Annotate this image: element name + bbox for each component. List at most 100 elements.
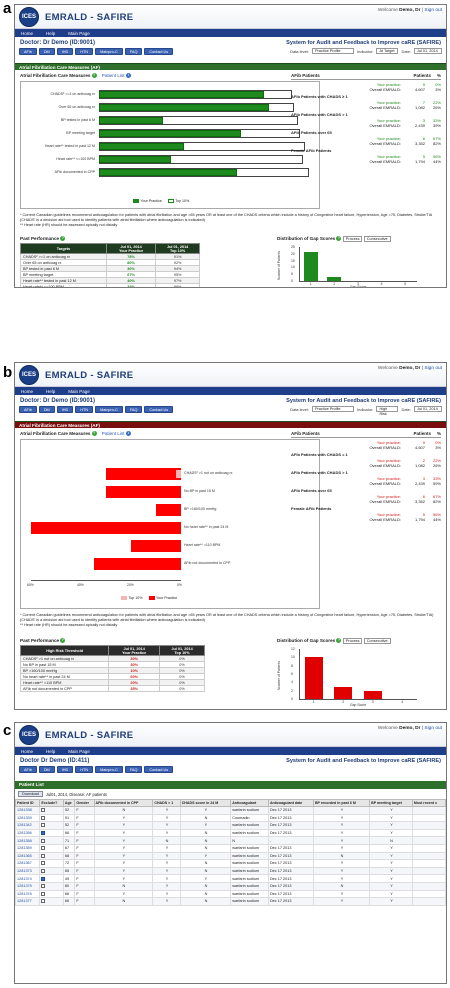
column-header[interactable]: Age <box>62 799 76 807</box>
nav-help[interactable]: Help <box>46 31 55 36</box>
process-select[interactable]: Process <box>342 236 363 242</box>
sign-out-link[interactable]: Sign out <box>424 726 442 731</box>
tab-contact[interactable]: Contact Us <box>144 406 174 413</box>
help-icon[interactable]: ? <box>336 236 342 242</box>
date-select[interactable]: Jul 01, 2014 <box>414 48 442 54</box>
patient-list-link[interactable]: Patient List <box>102 431 125 436</box>
patient-id[interactable]: 1281367 <box>15 859 41 868</box>
overall-all: 4,607 <box>414 445 425 450</box>
nav-home[interactable]: Home <box>21 31 33 36</box>
patient-id[interactable]: 1281377 <box>15 897 41 906</box>
tab-faq[interactable]: FAQ <box>124 406 143 413</box>
nav-main-page[interactable]: Main Page <box>68 31 90 36</box>
help-icon[interactable]: ? <box>60 236 66 242</box>
consecutive-select[interactable]: Consecutive <box>363 236 391 242</box>
patient-id[interactable]: 1281338 <box>15 806 41 815</box>
help-icon[interactable]: ? <box>91 431 97 437</box>
nav-main-page[interactable]: Main Page <box>68 389 90 394</box>
exclude-checkbox[interactable] <box>41 831 46 836</box>
exclude-checkbox[interactable] <box>41 853 46 858</box>
info-icon[interactable]: i <box>125 73 131 79</box>
tab-htn[interactable]: HTN <box>75 766 94 773</box>
date-select[interactable]: Jul 01, 2014 <box>414 406 442 412</box>
patient-id[interactable]: 1281342 <box>15 821 41 830</box>
cell: Dec 17 2013 <box>267 859 314 868</box>
exclude-checkbox[interactable] <box>41 884 46 889</box>
sign-out-link[interactable]: Sign out <box>424 8 442 13</box>
tab-ihd[interactable]: IHD <box>56 766 74 773</box>
exclude-checkbox[interactable] <box>41 815 46 820</box>
tab-dm[interactable]: DM <box>38 766 55 773</box>
tab-dm[interactable]: DM <box>38 406 55 413</box>
tab-htn[interactable]: HTN <box>75 48 94 55</box>
exclude-checkbox[interactable] <box>41 808 46 813</box>
column-header[interactable]: BP meeting target <box>369 799 413 807</box>
exclude-checkbox[interactable] <box>41 876 46 881</box>
cell: Y <box>93 821 154 830</box>
patient-id[interactable]: 1281373 <box>15 866 41 876</box>
patient-id[interactable]: 1281358 <box>15 836 41 845</box>
exclude-checkbox[interactable] <box>41 869 46 874</box>
indicator-select[interactable]: High Risk <box>376 406 399 416</box>
column-header[interactable]: AFib documented in CPP <box>93 799 154 807</box>
tab-ihd[interactable]: IHD <box>56 406 74 413</box>
tab-mainpro[interactable]: Mainpro-C <box>95 48 123 55</box>
column-header[interactable]: Most recent c <box>411 799 446 807</box>
patient-id[interactable]: 1281365 <box>15 851 41 861</box>
exclude-checkbox[interactable] <box>41 891 46 896</box>
tab-dm[interactable]: DM <box>38 48 55 55</box>
tab-afib[interactable]: AFib <box>19 406 37 413</box>
data-level-select[interactable]: Practice Profile <box>311 48 354 54</box>
patient-id[interactable]: 1281376 <box>15 889 41 899</box>
column-header[interactable]: Exclude? <box>39 799 64 807</box>
column-header[interactable]: Patient ID <box>15 799 41 807</box>
exclude-checkbox[interactable] <box>41 823 46 828</box>
info-icon[interactable]: i <box>125 431 131 437</box>
tab-afib[interactable]: AFib <box>19 48 37 55</box>
tab-contact[interactable]: Contact Us <box>144 766 174 773</box>
column-header[interactable]: Anticoagulant <box>230 799 269 807</box>
help-icon[interactable]: ? <box>336 638 342 644</box>
category-label: CHADS² >=1 on anticoag rx <box>50 92 95 96</box>
tab-faq[interactable]: FAQ <box>124 48 143 55</box>
exclude-checkbox[interactable] <box>41 838 46 843</box>
cell <box>39 859 64 868</box>
subheader: Doctor: Dr Demo (ID:9001) System for Aud… <box>15 37 446 63</box>
column-header[interactable]: Gender <box>74 799 95 807</box>
sign-out-link[interactable]: Sign out <box>424 366 442 371</box>
nav-home[interactable]: Home <box>21 749 33 754</box>
data-level-select[interactable]: Practice Profile <box>311 406 354 412</box>
exclude-checkbox[interactable] <box>41 861 46 866</box>
patient-id[interactable]: 1281339 <box>15 813 41 823</box>
tab-afib[interactable]: AFib <box>19 766 37 773</box>
help-icon[interactable]: ? <box>60 638 66 644</box>
download-button[interactable]: Download <box>18 791 43 797</box>
tab-ihd[interactable]: IHD <box>56 48 74 55</box>
patient-id[interactable]: 1281356 <box>15 828 41 838</box>
tab-htn[interactable]: HTN <box>75 406 94 413</box>
column-header[interactable]: BP recorded in past 6 M <box>312 799 371 807</box>
nav-home[interactable]: Home <box>21 389 33 394</box>
consecutive-select[interactable]: Consecutive <box>363 638 391 644</box>
tab-faq[interactable]: FAQ <box>124 766 143 773</box>
patient-id[interactable]: 1281359 <box>15 843 41 853</box>
column-header[interactable]: Anticoagulant date <box>267 799 314 807</box>
measures-title-text: Atrial Fibrillation Care Measures <box>20 431 91 436</box>
tab-mainpro[interactable]: Mainpro-C <box>95 406 123 413</box>
help-icon[interactable]: ? <box>91 73 97 79</box>
column-header[interactable]: CHADS > 1 <box>152 799 181 807</box>
patient-list-link[interactable]: Patient List <box>102 73 125 78</box>
x-tick: 2 <box>342 700 345 704</box>
nav-main-page[interactable]: Main Page <box>68 749 90 754</box>
nav-help[interactable]: Help <box>46 749 55 754</box>
indicator-select[interactable]: At Target <box>376 48 399 54</box>
tab-contact[interactable]: Contact Us <box>144 48 174 55</box>
exclude-checkbox[interactable] <box>41 846 46 851</box>
process-select[interactable]: Process <box>342 638 363 644</box>
column-header[interactable]: CHADS score in 24 M <box>179 799 232 807</box>
nav-help[interactable]: Help <box>46 389 55 394</box>
patient-id[interactable]: 1281375 <box>15 881 41 891</box>
exclude-checkbox[interactable] <box>41 899 46 904</box>
tab-mainpro[interactable]: Mainpro-C <box>95 766 123 773</box>
patient-id[interactable]: 1281374 <box>15 874 41 883</box>
